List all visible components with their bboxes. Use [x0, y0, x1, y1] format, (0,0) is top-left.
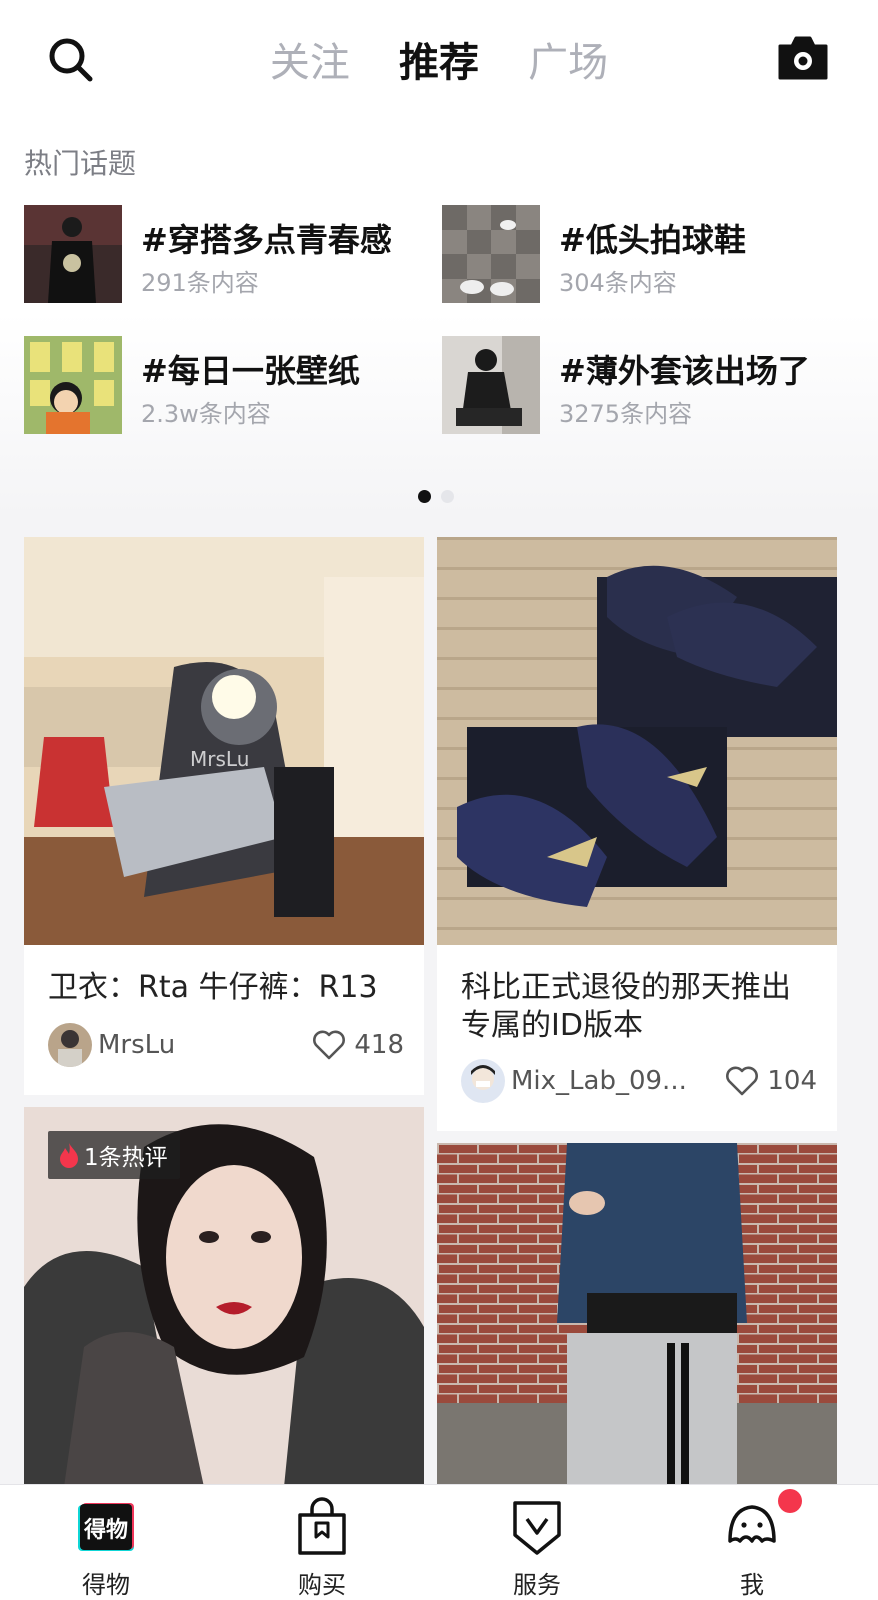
nav-item-dewu[interactable]: 得物 得物: [36, 1485, 176, 1600]
notification-dot: [778, 1489, 802, 1513]
tab-follow[interactable]: 关注: [270, 30, 350, 88]
nav-label: 购买: [298, 1571, 346, 1599]
topic-thumbnail: [442, 205, 540, 303]
author[interactable]: MrsLu: [48, 1023, 175, 1067]
nav-label: 服务: [513, 1571, 561, 1599]
shopping-bag-icon: [292, 1497, 352, 1557]
heart-icon: [313, 1030, 346, 1060]
feed-card-title: 卫衣：Rta 牛仔裤：R13: [48, 970, 378, 1005]
hot-topics-title: 热门话题: [24, 147, 137, 180]
topic-name: #每日一张壁纸: [141, 352, 360, 390]
topic-thumbnail: [442, 336, 540, 434]
tab-recommend[interactable]: 推荐: [399, 30, 479, 88]
like-count: 418: [354, 1030, 404, 1060]
topic-item[interactable]: #穿搭多点青春感 291条内容: [24, 205, 434, 305]
pager-dot-active: [418, 490, 431, 503]
dewu-logo-icon: 得物: [76, 1497, 136, 1557]
service-shield-icon: [507, 1497, 567, 1557]
like-count: 104: [767, 1066, 817, 1096]
hot-comment-badge: 1条热评: [48, 1131, 180, 1179]
camera-icon[interactable]: [776, 34, 830, 82]
feed-card[interactable]: 科比正式退役的那天推出专属的ID版本 Mix_Lab_09... 104: [437, 537, 837, 1131]
nav-item-service[interactable]: 服务: [467, 1485, 607, 1600]
nav-label: 得物: [82, 1571, 130, 1599]
dewu-logo-text: 得物: [83, 1518, 128, 1543]
feed-card-image: MrsLu: [24, 537, 424, 945]
feed-card-title: 科比正式退役的那天推出专属的ID版本: [461, 970, 791, 1043]
author-name: MrsLu: [98, 1030, 176, 1060]
nav-label: 我: [740, 1571, 764, 1599]
topic-item[interactable]: #每日一张壁纸 2.3w条内容: [24, 336, 434, 436]
watermark-text: MrsLu: [190, 747, 250, 771]
profile-icon: [722, 1497, 782, 1557]
author[interactable]: Mix_Lab_09...: [461, 1059, 687, 1103]
feed-card[interactable]: MrsLu 卫衣：Rta 牛仔裤：R13 MrsLu 418: [24, 537, 424, 1095]
feed-card-image: [437, 1143, 837, 1487]
avatar: [461, 1059, 505, 1103]
topics-pager: [418, 488, 464, 507]
avatar: [48, 1023, 92, 1067]
nav-item-buy[interactable]: 购买: [252, 1485, 392, 1600]
author-name: Mix_Lab_09...: [511, 1066, 687, 1096]
tab-square[interactable]: 广场: [528, 30, 608, 88]
nav-item-me[interactable]: 我: [682, 1485, 822, 1600]
feed-card-image: [437, 537, 837, 945]
topic-count: 2.3w条内容: [141, 400, 271, 428]
bottom-nav: 得物 得物 购买 服务 我: [0, 1484, 878, 1600]
topic-thumbnail: [24, 205, 122, 303]
topic-item[interactable]: #薄外套该出场了 3275条内容: [442, 336, 852, 436]
heart-icon: [726, 1066, 759, 1096]
topic-name: #低头拍球鞋: [559, 221, 746, 259]
header: 关注 推荐 广场: [0, 0, 878, 115]
topic-count: 291条内容: [141, 269, 259, 297]
pager-dot: [441, 490, 454, 503]
feed-card[interactable]: 1条热评: [24, 1107, 424, 1487]
topic-name: #薄外套该出场了: [559, 352, 810, 390]
hot-comment-label: 1条热评: [84, 1145, 168, 1171]
topic-thumbnail: [24, 336, 122, 434]
flame-icon: [60, 1143, 78, 1168]
feed-card[interactable]: [437, 1143, 837, 1487]
topic-count: 3275条内容: [559, 400, 693, 428]
like-button[interactable]: 104: [725, 1059, 817, 1103]
feed-tabs: 关注 推荐 广场: [0, 30, 878, 88]
topic-item[interactable]: #低头拍球鞋 304条内容: [442, 205, 852, 305]
like-button[interactable]: 418: [312, 1023, 404, 1067]
topic-count: 304条内容: [559, 269, 677, 297]
topic-name: #穿搭多点青春感: [141, 221, 392, 259]
